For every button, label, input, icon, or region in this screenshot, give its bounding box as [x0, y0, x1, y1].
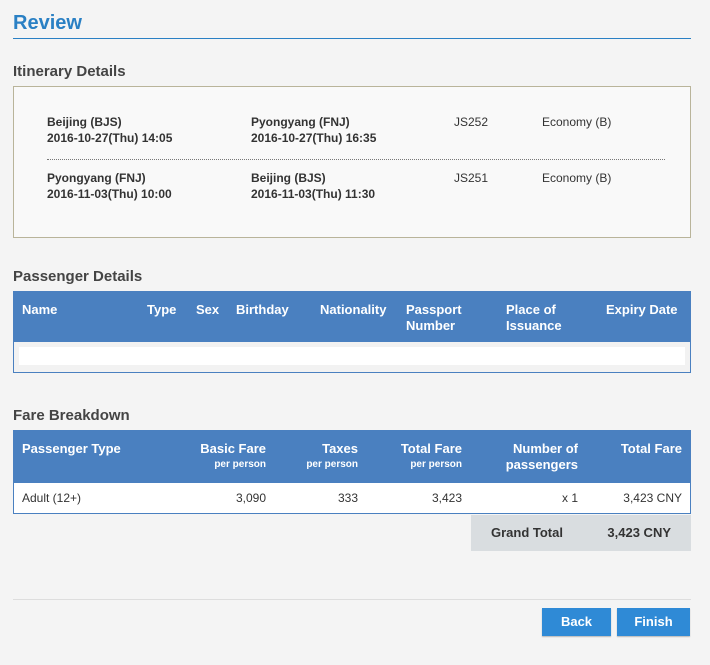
col-birthday: Birthday [236, 302, 289, 317]
col-total-fare-pp-sub: per person [410, 459, 462, 470]
itinerary-segment: Beijing (BJS) 2016-10-27(Thu) 14:05 Pyon… [14, 114, 690, 154]
col-place-line2: Issuance [506, 318, 562, 333]
page-title: Review [13, 12, 82, 34]
col-num-passengers: Number of passengers [506, 441, 578, 473]
flight-number: JS251 [454, 171, 489, 185]
departure-time: 2016-10-27(Thu) 14:05 [47, 131, 173, 145]
passenger-table-body [14, 342, 690, 372]
title-divider [13, 38, 691, 39]
col-passport: Passport Number [406, 302, 462, 334]
fare-row: Adult (12+) 3,090 333 3,423 x 1 3,423 CN… [14, 483, 690, 513]
fare-count: x 1 [561, 491, 578, 505]
fare-passenger-type: Adult (12+) [22, 491, 82, 505]
passenger-table-header: Name Type Sex Birthday Nationality Passp… [14, 292, 690, 342]
arrival: Pyongyang (FNJ) 2016-10-27(Thu) 16:35 [251, 114, 376, 146]
back-button[interactable]: Back [542, 608, 611, 636]
col-place-line1: Place of [506, 302, 556, 317]
col-taxes-sub: per person [306, 459, 358, 470]
finish-button[interactable]: Finish [617, 608, 690, 636]
col-passport-line1: Passport [406, 302, 462, 317]
departure: Beijing (BJS) 2016-10-27(Thu) 14:05 [47, 114, 172, 146]
col-total-fare-pp: Total Fare per person [401, 441, 462, 473]
col-total-fare-pp-label: Total Fare [400, 441, 462, 456]
fare-taxes: 333 [337, 491, 358, 505]
col-expiry: Expiry Date [606, 302, 678, 317]
passenger-row-empty [19, 347, 685, 365]
arrival-time: 2016-11-03(Thu) 11:30 [251, 187, 376, 201]
fare-total: 3,423 CNY [623, 491, 682, 505]
departure-time: 2016-11-03(Thu) 10:00 [47, 187, 172, 201]
itinerary-segment: Pyongyang (FNJ) 2016-11-03(Thu) 10:00 Be… [14, 170, 690, 210]
flight-number: JS252 [454, 115, 489, 129]
itinerary-box: Beijing (BJS) 2016-10-27(Thu) 14:05 Pyon… [13, 86, 691, 238]
col-taxes: Taxes per person [306, 441, 358, 473]
departure-city: Beijing (BJS) [47, 115, 122, 129]
passenger-table: Name Type Sex Birthday Nationality Passp… [13, 291, 691, 373]
cabin-class: Economy (B) [542, 115, 612, 129]
col-nationality: Nationality [320, 302, 387, 317]
departure: Pyongyang (FNJ) 2016-11-03(Thu) 10:00 [47, 170, 172, 202]
arrival-city: Pyongyang (FNJ) [251, 115, 350, 129]
col-total-fare: Total Fare [620, 441, 682, 456]
arrival: Beijing (BJS) 2016-11-03(Thu) 11:30 [251, 170, 375, 202]
fare-table: Passenger Type Basic Fare per person Tax… [13, 430, 691, 514]
cabin-class: Economy (B) [542, 171, 612, 185]
col-passenger-type: Passenger Type [22, 441, 121, 456]
col-num-passengers-line2: passengers [505, 457, 578, 472]
grand-total-label: Grand Total [491, 525, 563, 540]
grand-total: Grand Total 3,423 CNY [471, 515, 691, 551]
fare-basic: 3,090 [235, 491, 266, 505]
fare-table-header: Passenger Type Basic Fare per person Tax… [14, 431, 690, 483]
fare-heading: Fare Breakdown [13, 407, 130, 424]
col-num-passengers-line1: Number of [513, 441, 578, 456]
grand-total-value: 3,423 CNY [607, 525, 671, 540]
col-type: Type [147, 302, 177, 317]
col-name: Name [22, 302, 58, 317]
arrival-city: Beijing (BJS) [251, 171, 326, 185]
col-passport-line2: Number [406, 318, 456, 333]
col-basic-fare-label: Basic Fare [200, 441, 266, 456]
itinerary-heading: Itinerary Details [13, 63, 126, 80]
col-place: Place of Issuance [506, 302, 562, 334]
col-basic-fare-sub: per person [214, 459, 266, 470]
fare-total-pp: 3,423 [431, 491, 462, 505]
col-sex: Sex [196, 302, 220, 317]
departure-city: Pyongyang (FNJ) [47, 171, 146, 185]
passenger-heading: Passenger Details [13, 268, 143, 285]
col-basic-fare: Basic Fare per person [200, 441, 266, 473]
arrival-time: 2016-10-27(Thu) 16:35 [251, 131, 377, 145]
footer-divider [13, 599, 691, 600]
segment-divider [47, 159, 665, 160]
col-taxes-label: Taxes [322, 441, 358, 456]
